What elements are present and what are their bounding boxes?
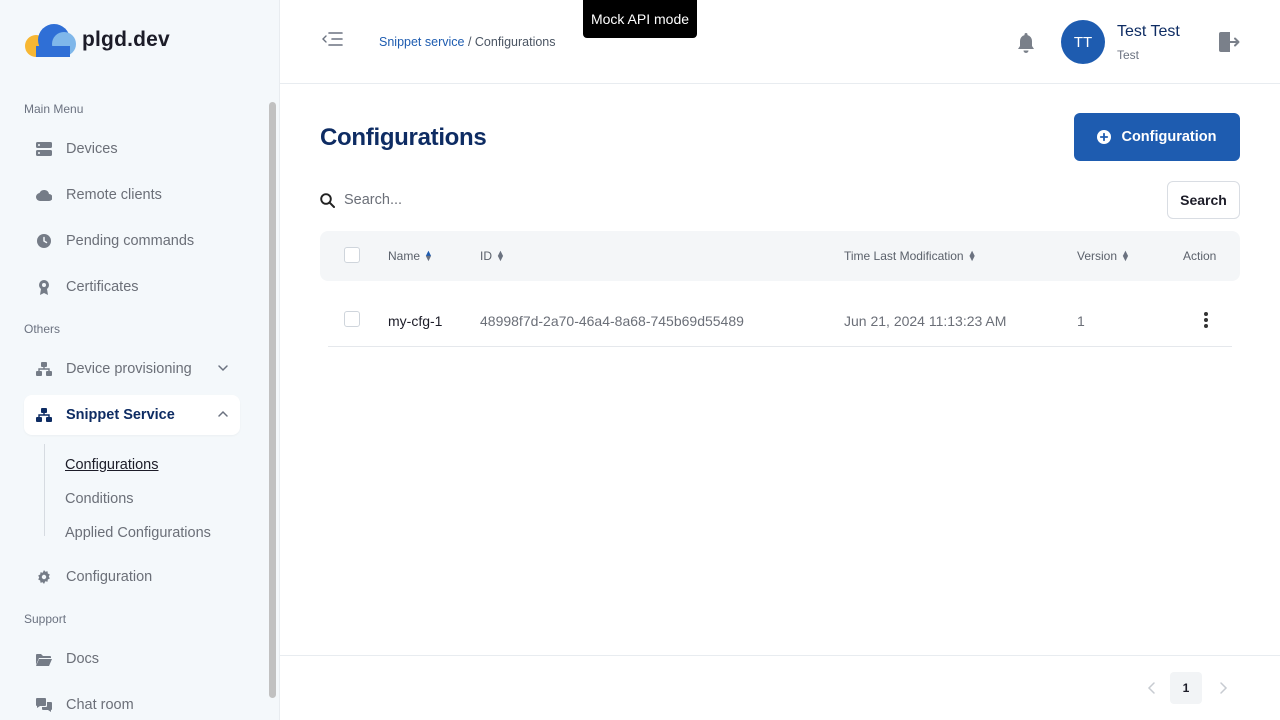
sort-icon: ▲ ▼: [496, 248, 505, 263]
column-header-id[interactable]: ID ▲ ▼: [480, 248, 505, 264]
user-name: Test Test: [1117, 23, 1180, 40]
brand-logo[interactable]: plgd.dev: [24, 22, 170, 58]
sidebar-item-label: Configuration: [66, 569, 153, 585]
sidebar: plgd.dev Main Menu Devices Remote client…: [0, 0, 280, 720]
sidebar-item-label: Chat room: [66, 697, 134, 713]
user-role: Test: [1117, 48, 1140, 62]
search-input[interactable]: [344, 188, 1144, 212]
select-all-checkbox[interactable]: [344, 247, 360, 263]
certificate-icon: [36, 279, 52, 295]
column-header-label: Version: [1077, 249, 1118, 263]
cell-id: 48998f7d-2a70-46a4-8a68-745b69d55489: [480, 313, 744, 329]
column-header-name[interactable]: Name ▲ ▼: [388, 248, 433, 264]
sidebar-item-certificates[interactable]: Certificates: [24, 267, 240, 307]
sidebar-item-label: Docs: [66, 651, 100, 667]
gear-icon: [36, 569, 52, 585]
search-button[interactable]: Search: [1167, 181, 1240, 219]
sidebar-item-device-provisioning[interactable]: Device provisioning: [24, 349, 240, 389]
brand-name: plgd.dev: [82, 28, 170, 51]
footer-divider: [280, 655, 1280, 656]
sidebar-item-label: Remote clients: [66, 187, 162, 203]
sidebar-item-label: Device provisioning: [66, 361, 192, 377]
collapse-sidebar-icon[interactable]: [322, 30, 344, 48]
chevron-up-icon: [216, 407, 230, 421]
plus-circle-icon: [1097, 130, 1112, 144]
row-actions-kebab-icon[interactable]: [1198, 310, 1214, 330]
column-header-version[interactable]: Version ▲ ▼: [1077, 248, 1130, 264]
network-icon: [36, 407, 52, 423]
sidebar-item-label: Snippet Service: [66, 407, 175, 423]
table-header: Name ▲ ▼ ID ▲ ▼ Time Last Modification ▲ ▼ …: [320, 231, 1240, 281]
column-header-label: ID: [480, 249, 492, 263]
sidebar-item-label: Certificates: [66, 279, 139, 295]
sidebar-subitem-applied-configurations[interactable]: Applied Configurations: [65, 525, 211, 541]
cloud-icon: [36, 187, 52, 203]
top-header: Snippet service / Configurations TT Test…: [280, 0, 1280, 84]
sidebar-item-pending-commands[interactable]: Pending commands: [24, 221, 240, 261]
table-row[interactable]: my-cfg-1 48998f7d-2a70-46a4-8a68-745b69d…: [328, 294, 1232, 347]
breadcrumb-separator: /: [464, 35, 475, 49]
page-title: Configurations: [320, 124, 487, 151]
sidebar-item-configuration[interactable]: Configuration: [24, 557, 240, 597]
chat-icon: [36, 697, 52, 713]
cell-name[interactable]: my-cfg-1: [388, 313, 442, 329]
column-header-label: Time Last Modification: [844, 249, 964, 263]
notification-bell-icon[interactable]: [1016, 32, 1036, 54]
sort-icon: ▲ ▼: [967, 248, 977, 263]
column-header-label: Name: [388, 249, 421, 263]
breadcrumb: Snippet service / Configurations: [379, 35, 556, 49]
cell-time-last-modification: Jun 21, 2024 11:13:23 AM: [844, 313, 1007, 329]
pagination-prev-icon[interactable]: [1144, 678, 1160, 698]
others-label: Others: [24, 322, 61, 336]
sidebar-item-label: Devices: [66, 141, 118, 157]
logout-icon[interactable]: [1216, 30, 1240, 54]
pagination-page-1[interactable]: 1: [1170, 672, 1202, 704]
column-header-time-last-modification[interactable]: Time Last Modification ▲ ▼: [844, 248, 977, 264]
sidebar-item-label: Pending commands: [66, 233, 195, 249]
sidebar-subitem-configurations[interactable]: Configurations: [65, 457, 159, 473]
support-label: Support: [24, 612, 67, 626]
sidebar-item-remote-clients[interactable]: Remote clients: [24, 175, 240, 215]
network-icon: [36, 361, 52, 377]
sort-icon: ▲ ▼: [1121, 248, 1130, 263]
sidebar-item-docs[interactable]: Docs: [24, 639, 240, 679]
sidebar-scrollbar-thumb[interactable]: [269, 102, 276, 698]
breadcrumb-link-snippet-service[interactable]: Snippet service: [379, 35, 464, 49]
pagination-next-icon[interactable]: [1215, 678, 1231, 698]
cloud-logo-icon: [24, 22, 76, 58]
mock-api-badge: Mock API mode: [583, 0, 697, 38]
sidebar-subitem-conditions[interactable]: Conditions: [65, 491, 134, 507]
sort-icon: ▲ ▼: [424, 248, 433, 263]
folder-icon: [36, 651, 52, 667]
sidebar-item-snippet-service[interactable]: Snippet Service: [24, 395, 240, 435]
snippet-service-subnav: Configurations Conditions Applied Config…: [44, 444, 244, 541]
search-icon: [320, 193, 335, 208]
row-checkbox[interactable]: [344, 311, 360, 327]
column-header-action: Action: [1183, 249, 1216, 263]
main-menu-label: Main Menu: [24, 102, 84, 116]
breadcrumb-current: Configurations: [474, 35, 556, 49]
cell-version: 1: [1077, 313, 1085, 329]
user-avatar[interactable]: TT: [1061, 20, 1105, 64]
server-icon: [36, 141, 52, 157]
clock-icon: [36, 233, 52, 249]
add-configuration-label: Configuration: [1121, 129, 1217, 145]
add-configuration-button[interactable]: Configuration: [1074, 113, 1240, 161]
sidebar-item-chat-room[interactable]: Chat room: [24, 685, 240, 720]
column-header-label: Action: [1183, 249, 1217, 263]
sidebar-item-devices[interactable]: Devices: [24, 129, 240, 169]
chevron-down-icon: [216, 361, 230, 375]
